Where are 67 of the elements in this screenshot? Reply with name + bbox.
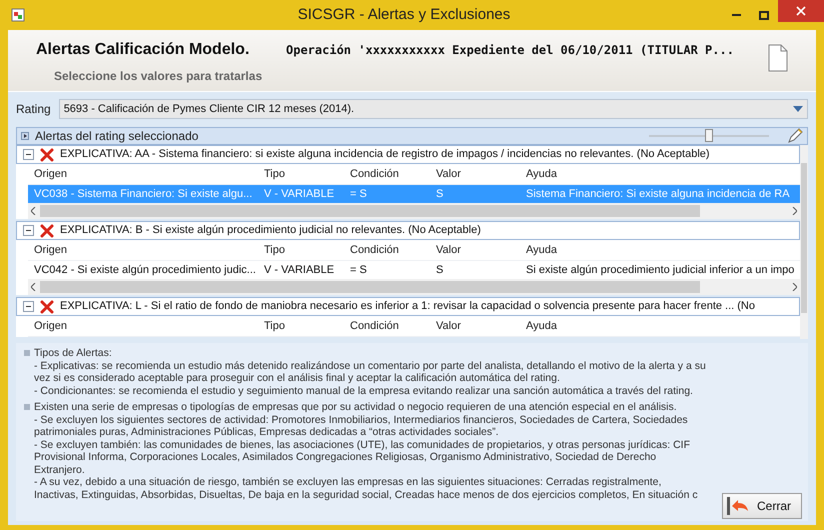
slider-thumb[interactable] (705, 129, 713, 142)
column-header[interactable]: Origen (28, 318, 258, 334)
dropdown-arrow-icon (793, 106, 803, 112)
column-header[interactable]: Valor (430, 242, 520, 258)
scroll-left-icon[interactable] (31, 207, 36, 215)
document-icon (768, 44, 788, 72)
error-x-icon (40, 148, 54, 162)
table-cell-text: S (435, 186, 444, 202)
column-header[interactable]: Condición (344, 242, 430, 258)
column-header[interactable]: Origen (28, 242, 258, 258)
column-header[interactable]: Tipo (258, 242, 344, 258)
error-x-icon (40, 224, 54, 238)
table-cell-text: VC042 - Si existe algún procedimiento judic... (33, 262, 257, 278)
table-cell-text: Si existe algún procedimiento judicial inferior a un impo (525, 262, 796, 278)
pencil-icon[interactable] (787, 128, 803, 144)
horizontal-scrollbar[interactable] (28, 279, 800, 295)
column-header[interactable]: Valor (430, 166, 520, 182)
alert-group-title: EXPLICATIVA: L - Si el ratio de fondo de maniobra necesario es inferior a 1: revisar la capacidad o solvencia presente para hacer frente ... (No (60, 299, 755, 314)
table-cell-text: = S (349, 262, 368, 278)
collapse-icon[interactable] (23, 301, 34, 312)
header-subtitle: Seleccione los valores para tratarlas (54, 68, 264, 85)
table-cell-text: S (435, 262, 444, 278)
bullet-icon (24, 350, 30, 356)
operation-text: Operación 'xxxxxxxxxxx Expediente del 06/10/2011 (TITULAR P... (286, 42, 734, 59)
column-header[interactable]: Valor (430, 318, 520, 334)
error-x-icon (40, 300, 54, 314)
note-heading: Tipos de Alertas: (34, 347, 113, 360)
window-title: SICSGR - Alertas y Exclusiones (296, 4, 512, 25)
table-cell-text: V - VARIABLE (263, 186, 336, 202)
note-text: - Se excluyen los siguientes sectores de actividad: Promotores Inmobiliarios, Intermediarios financieros, Sociedades de Cartera, Sociedades patrimoniales puras, Administraciones Públicas, Empresas dedicadas a “otras actividades sociales”. (34, 414, 689, 438)
table-cell-text: = S (349, 186, 368, 202)
rating-label: Rating (16, 101, 51, 118)
vertical-scrollbar[interactable] (800, 145, 808, 339)
back-arrow-icon (727, 497, 749, 515)
collapse-icon[interactable] (23, 149, 34, 160)
scroll-left-icon[interactable] (31, 283, 36, 291)
note-heading: Existen una serie de empresas o tipologías de empresas que por su actividad o negocio requieren de una atención especial en el análisis. (34, 401, 678, 414)
expand-icon[interactable] (21, 132, 29, 140)
column-header[interactable]: Tipo (258, 166, 344, 182)
note-text: - A su vez, debido a una situación de riesgo, también se excluyen las empresas en las siguientes situaciones: Cerradas registralmente, Inactivas, Extinguidas, Absorbidas, Disueltas, De baja en la seguridad social, Creadas hace menos de dos ejercicios completos, En situación c (34, 476, 699, 501)
note-text: - Condicionantes: se recomienda el estudio y seguimiento manual de la empresa evitando realizar una sanción automática a través del rating. (34, 384, 694, 397)
close-button[interactable] (778, 0, 824, 22)
table-cell-text: VC038 - Sistema Financiero: Si existe algu... (33, 186, 254, 202)
note-text: - Se excluyen también: las comunidades de bienes, las asociaciones (UTE), las comunidades de propietarios, y otras personas jurídicas: CIF Provisional Informa, Corporaciones Locales, Asimilados Congregaciones Religiosas, Organismo Administrativo, Sociedad de Derecho Extranjero. (34, 438, 691, 476)
bullet-icon (24, 404, 30, 410)
header-title: Alertas Calificación Modelo. (36, 40, 250, 60)
rating-dropdown[interactable]: 5693 - Calificación de Pymes Cliente CIR 12 meses (2014). (58, 99, 808, 119)
column-header[interactable]: Condición (344, 166, 430, 182)
horizontal-scrollbar[interactable] (28, 203, 800, 219)
note-text: - Explicativas: se recomienda un estudio más detenido realizándose un comentario por parte del analista, detallando el motivo de la alerta y a su vez si es considerado aceptable para proseguir con el análisis final y aceptar la calificación automática del rating. (34, 360, 707, 384)
close-icon (796, 6, 806, 16)
table-cell-text: V - VARIABLE (263, 262, 336, 278)
column-header[interactable]: Ayuda (520, 318, 800, 334)
column-header[interactable]: Tipo (258, 318, 344, 334)
column-header[interactable]: Origen (28, 166, 258, 182)
column-header[interactable]: Ayuda (520, 166, 800, 182)
column-header[interactable]: Ayuda (520, 242, 800, 258)
column-header[interactable]: Condición (344, 318, 430, 334)
alerts-panel-title: Alertas del rating seleccionado (35, 128, 200, 145)
scroll-right-icon[interactable] (792, 207, 798, 215)
close-dialog-button[interactable]: Cerrar (722, 493, 802, 519)
app-icon (10, 7, 26, 23)
alert-group-title: EXPLICATIVA: AA - Sistema financiero: si existe alguna incidencia de registro de impagos / incidencias no relevantes. (No Aceptable) (60, 147, 710, 162)
scroll-right-icon[interactable] (792, 283, 798, 291)
alert-group-title: EXPLICATIVA: B - Si existe algún procedimiento judicial no relevantes. (No Aceptable) (60, 223, 481, 238)
table-cell-text: Sistema Financiero: Si existe alguna incidencia de RA (525, 186, 791, 202)
collapse-icon[interactable] (23, 225, 34, 236)
